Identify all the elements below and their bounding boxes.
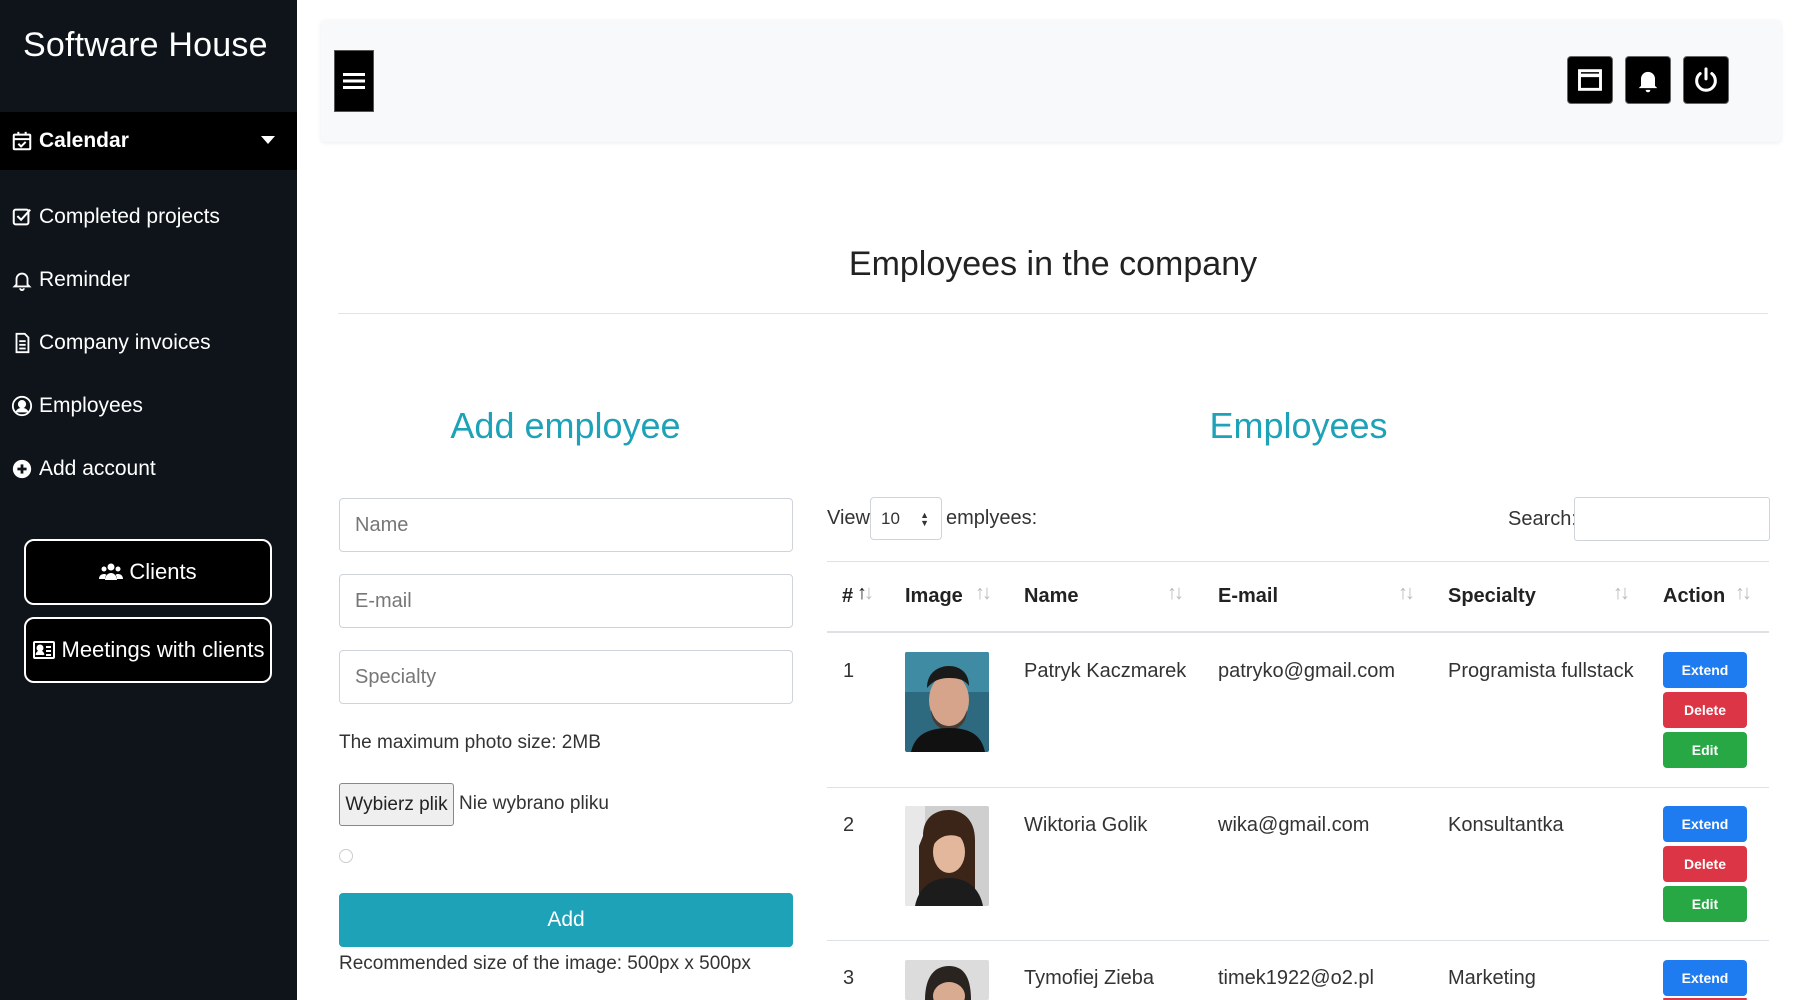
clients-button-label: Clients bbox=[129, 559, 197, 584]
window-icon bbox=[1576, 66, 1604, 94]
specialty-field[interactable] bbox=[339, 650, 793, 704]
column-header-specialty[interactable]: Specialty bbox=[1448, 585, 1536, 608]
entries-per-page-select[interactable]: 10 ▲ ▼ bbox=[870, 497, 942, 540]
column-header-number[interactable]: # bbox=[842, 585, 853, 608]
name-field[interactable] bbox=[339, 498, 793, 552]
employee-name: Patryk Kaczmarek bbox=[1024, 660, 1187, 682]
select-arrows-icon: ▲ ▼ bbox=[920, 510, 929, 528]
meetings-button-label: Meetings with clients bbox=[61, 637, 265, 662]
extend-button[interactable]: Extend bbox=[1663, 960, 1747, 996]
sidebar-item-company-invoices[interactable]: Company invoices bbox=[0, 315, 297, 371]
column-header-email[interactable]: E-mail bbox=[1218, 585, 1278, 608]
check-square-icon bbox=[11, 206, 33, 228]
clients-button[interactable]: Clients bbox=[24, 539, 272, 605]
search-input[interactable] bbox=[1574, 497, 1770, 541]
id-card-icon bbox=[32, 638, 62, 662]
caret-down-icon bbox=[261, 136, 275, 144]
sidebar-item-calendar[interactable]: Calendar bbox=[0, 112, 297, 170]
sidebar-item-label: Completed projects bbox=[39, 205, 220, 228]
sort-icon[interactable]: ↑↓ bbox=[1735, 582, 1752, 605]
employee-email: timek1922@o2.pl bbox=[1218, 967, 1374, 989]
employee-photo bbox=[905, 960, 989, 1000]
delete-button[interactable]: Delete bbox=[1663, 692, 1747, 728]
page-title: Employees in the company bbox=[848, 245, 1258, 283]
row-divider bbox=[827, 940, 1769, 941]
employee-specialty: Programista fullstack bbox=[1448, 660, 1634, 682]
power-icon bbox=[1692, 66, 1720, 94]
column-header-image[interactable]: Image bbox=[905, 585, 963, 608]
photo-radio[interactable] bbox=[339, 849, 353, 863]
sidebar-item-add-account[interactable]: Add account bbox=[0, 441, 297, 497]
view-suffix-label: emplyees: bbox=[946, 507, 1038, 529]
sidebar-item-employees[interactable]: Employees bbox=[0, 378, 297, 434]
bell-icon bbox=[1634, 66, 1662, 94]
sidebar-item-label: Calendar bbox=[39, 129, 129, 152]
choose-file-button[interactable]: Wybierz plik bbox=[339, 783, 454, 826]
sidebar: Software House Calendar Completed projec… bbox=[0, 0, 297, 1000]
notifications-button[interactable] bbox=[1625, 56, 1671, 104]
file-status-text: Nie wybrano pliku bbox=[459, 793, 609, 814]
employee-specialty: Marketing bbox=[1448, 967, 1536, 989]
bell-icon bbox=[11, 269, 33, 291]
extend-button[interactable]: Extend bbox=[1663, 652, 1747, 688]
email-field[interactable] bbox=[339, 574, 793, 628]
calendar-check-icon bbox=[11, 130, 33, 152]
sort-icon[interactable]: ↑↓ bbox=[975, 582, 992, 605]
employee-name: Wiktoria Golik bbox=[1024, 814, 1148, 836]
title-divider bbox=[338, 313, 1768, 314]
users-icon bbox=[99, 560, 129, 584]
window-button[interactable] bbox=[1567, 56, 1613, 104]
logout-button[interactable] bbox=[1683, 56, 1729, 104]
row-number: 1 bbox=[843, 660, 855, 682]
brand-title: Software House bbox=[23, 26, 268, 64]
add-employee-heading: Add employee bbox=[450, 405, 681, 446]
row-divider bbox=[827, 787, 1769, 788]
sort-icon[interactable]: ↑↓ bbox=[1613, 582, 1630, 605]
menu-icon bbox=[343, 71, 365, 91]
sidebar-item-reminder[interactable]: Reminder bbox=[0, 252, 297, 308]
sort-icon[interactable]: ↑↓ bbox=[1167, 582, 1184, 605]
sort-icon[interactable]: ↑↓ bbox=[857, 582, 874, 605]
sort-icon[interactable]: ↑↓ bbox=[1398, 582, 1415, 605]
search-label: Search: bbox=[1508, 508, 1577, 530]
sidebar-item-label: Reminder bbox=[39, 268, 131, 291]
sidebar-item-completed-projects[interactable]: Completed projects bbox=[0, 189, 297, 245]
employee-email: patryko@gmail.com bbox=[1218, 660, 1396, 682]
table-header-border bbox=[827, 631, 1769, 633]
document-icon bbox=[11, 332, 33, 354]
edit-button[interactable]: Edit bbox=[1663, 732, 1747, 768]
extend-button[interactable]: Extend bbox=[1663, 806, 1747, 842]
employee-photo bbox=[905, 652, 989, 752]
table-top-border bbox=[827, 561, 1769, 562]
employee-photo bbox=[905, 806, 989, 906]
top-navbar bbox=[321, 20, 1781, 142]
meetings-with-clients-button[interactable]: Meetings with clients bbox=[24, 617, 272, 683]
sidebar-item-label: Employees bbox=[39, 394, 143, 417]
edit-button[interactable]: Edit bbox=[1663, 886, 1747, 922]
delete-button[interactable]: Delete bbox=[1663, 846, 1747, 882]
view-label: View bbox=[827, 507, 870, 529]
row-number: 2 bbox=[843, 814, 855, 836]
plus-circle-icon bbox=[11, 458, 33, 480]
recommended-size-note: Recommended size of the image: 500px x 5… bbox=[339, 953, 751, 974]
row-number: 3 bbox=[843, 967, 855, 989]
sidebar-item-label: Company invoices bbox=[39, 331, 211, 354]
column-header-action[interactable]: Action bbox=[1663, 585, 1725, 608]
employee-specialty: Konsultantka bbox=[1448, 814, 1564, 836]
photo-size-note: The maximum photo size: 2MB bbox=[339, 732, 601, 753]
column-header-name[interactable]: Name bbox=[1024, 585, 1078, 608]
entries-per-page-value: 10 bbox=[881, 508, 900, 528]
employee-name: Tymofiej Zieba bbox=[1024, 967, 1155, 989]
add-employee-button[interactable]: Add bbox=[339, 893, 793, 947]
user-circle-icon bbox=[11, 395, 33, 417]
employee-email: wika@gmail.com bbox=[1218, 814, 1370, 836]
sidebar-item-label: Add account bbox=[39, 457, 156, 480]
employees-heading: Employees bbox=[1209, 405, 1388, 446]
menu-toggle-button[interactable] bbox=[334, 50, 374, 112]
